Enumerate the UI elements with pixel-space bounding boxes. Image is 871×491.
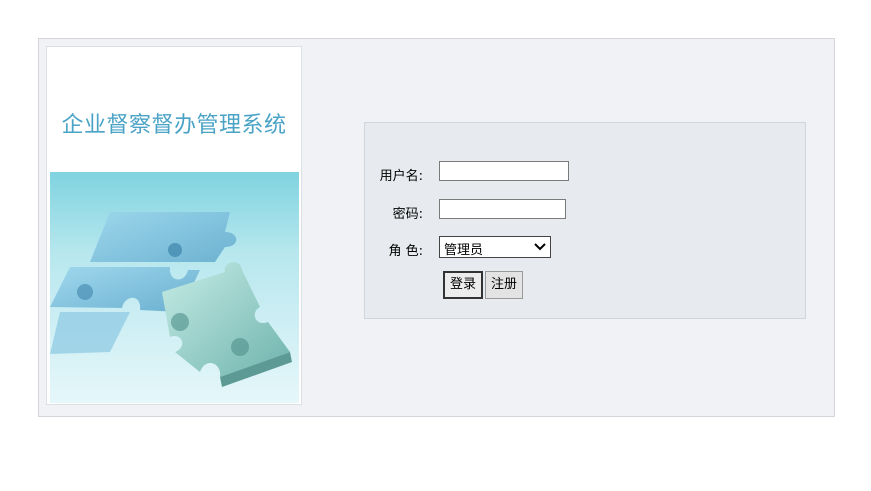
puzzle-illustration <box>50 172 299 403</box>
button-row: 登录 注册 <box>365 271 805 299</box>
login-button[interactable]: 登录 <box>443 271 484 299</box>
chevron-down-icon <box>534 243 546 251</box>
password-row: 密码: <box>365 199 805 223</box>
system-title: 企业督察督办管理系统 <box>61 113 287 138</box>
role-label: 角 色: <box>388 244 423 259</box>
username-input[interactable] <box>439 161 569 181</box>
login-page-frame: 企业督察督办管理系统 用户名: 密码: 角 色: 管理员 登录 注册 <box>38 38 835 417</box>
role-row: 角 色: 管理员 <box>365 236 805 260</box>
role-select[interactable]: 管理员 <box>439 236 551 258</box>
brand-panel: 企业督察督办管理系统 <box>46 46 302 405</box>
password-label: 密码: <box>392 207 423 222</box>
login-form: 用户名: 密码: 角 色: 管理员 登录 注册 <box>364 122 806 319</box>
username-label: 用户名: <box>379 169 423 184</box>
register-button[interactable]: 注册 <box>485 271 524 299</box>
password-input[interactable] <box>439 199 566 219</box>
username-row: 用户名: <box>365 161 805 185</box>
puzzle-icon <box>50 212 292 387</box>
role-selected-value: 管理员 <box>444 243 484 258</box>
